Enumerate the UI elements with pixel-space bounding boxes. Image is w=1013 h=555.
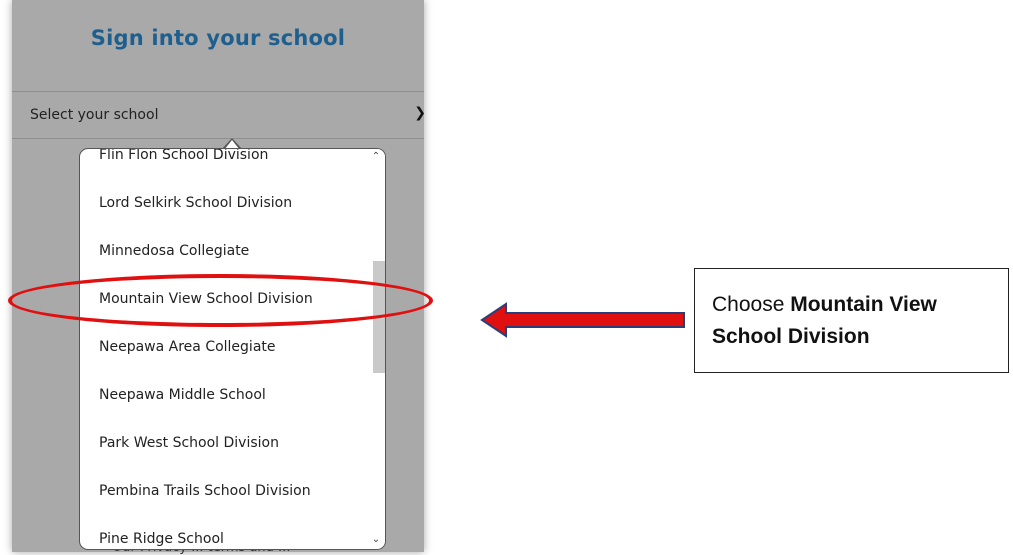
list-item[interactable]: Lord Selkirk School Division	[80, 179, 365, 227]
school-select[interactable]: Select your school ❯	[12, 92, 426, 139]
school-dropdown-list[interactable]: Flin Flon School Division Lord Selkirk S…	[79, 148, 386, 550]
school-select-label: Select your school	[30, 107, 159, 123]
panel-title: Sign into your school	[90, 26, 346, 50]
school-list: Flin Flon School Division Lord Selkirk S…	[80, 149, 365, 549]
chevron-down-icon[interactable]: ❯	[414, 105, 426, 121]
list-item[interactable]: Pine Ridge School	[80, 515, 365, 549]
list-item[interactable]: Flin Flon School Division	[80, 149, 365, 179]
list-item[interactable]: Neepawa Middle School	[80, 371, 365, 419]
callout-prefix: Choose	[712, 293, 791, 316]
callout-text: Choose Mountain View School Division	[712, 289, 1008, 353]
arrow-left-icon	[480, 302, 685, 338]
scrollbar[interactable]: ⌃ ⌄	[367, 149, 385, 549]
scroll-down-icon[interactable]: ⌄	[367, 534, 385, 545]
highlight-ellipse	[8, 274, 433, 327]
scroll-up-icon[interactable]: ⌃	[367, 151, 385, 162]
instruction-callout: Choose Mountain View School Division	[694, 268, 1009, 373]
list-item[interactable]: Pembina Trails School Division	[80, 467, 365, 515]
list-item[interactable]: Neepawa Area Collegiate	[80, 323, 365, 371]
list-item[interactable]: Park West School Division	[80, 419, 365, 467]
list-item[interactable]: Minnedosa Collegiate	[80, 227, 365, 275]
